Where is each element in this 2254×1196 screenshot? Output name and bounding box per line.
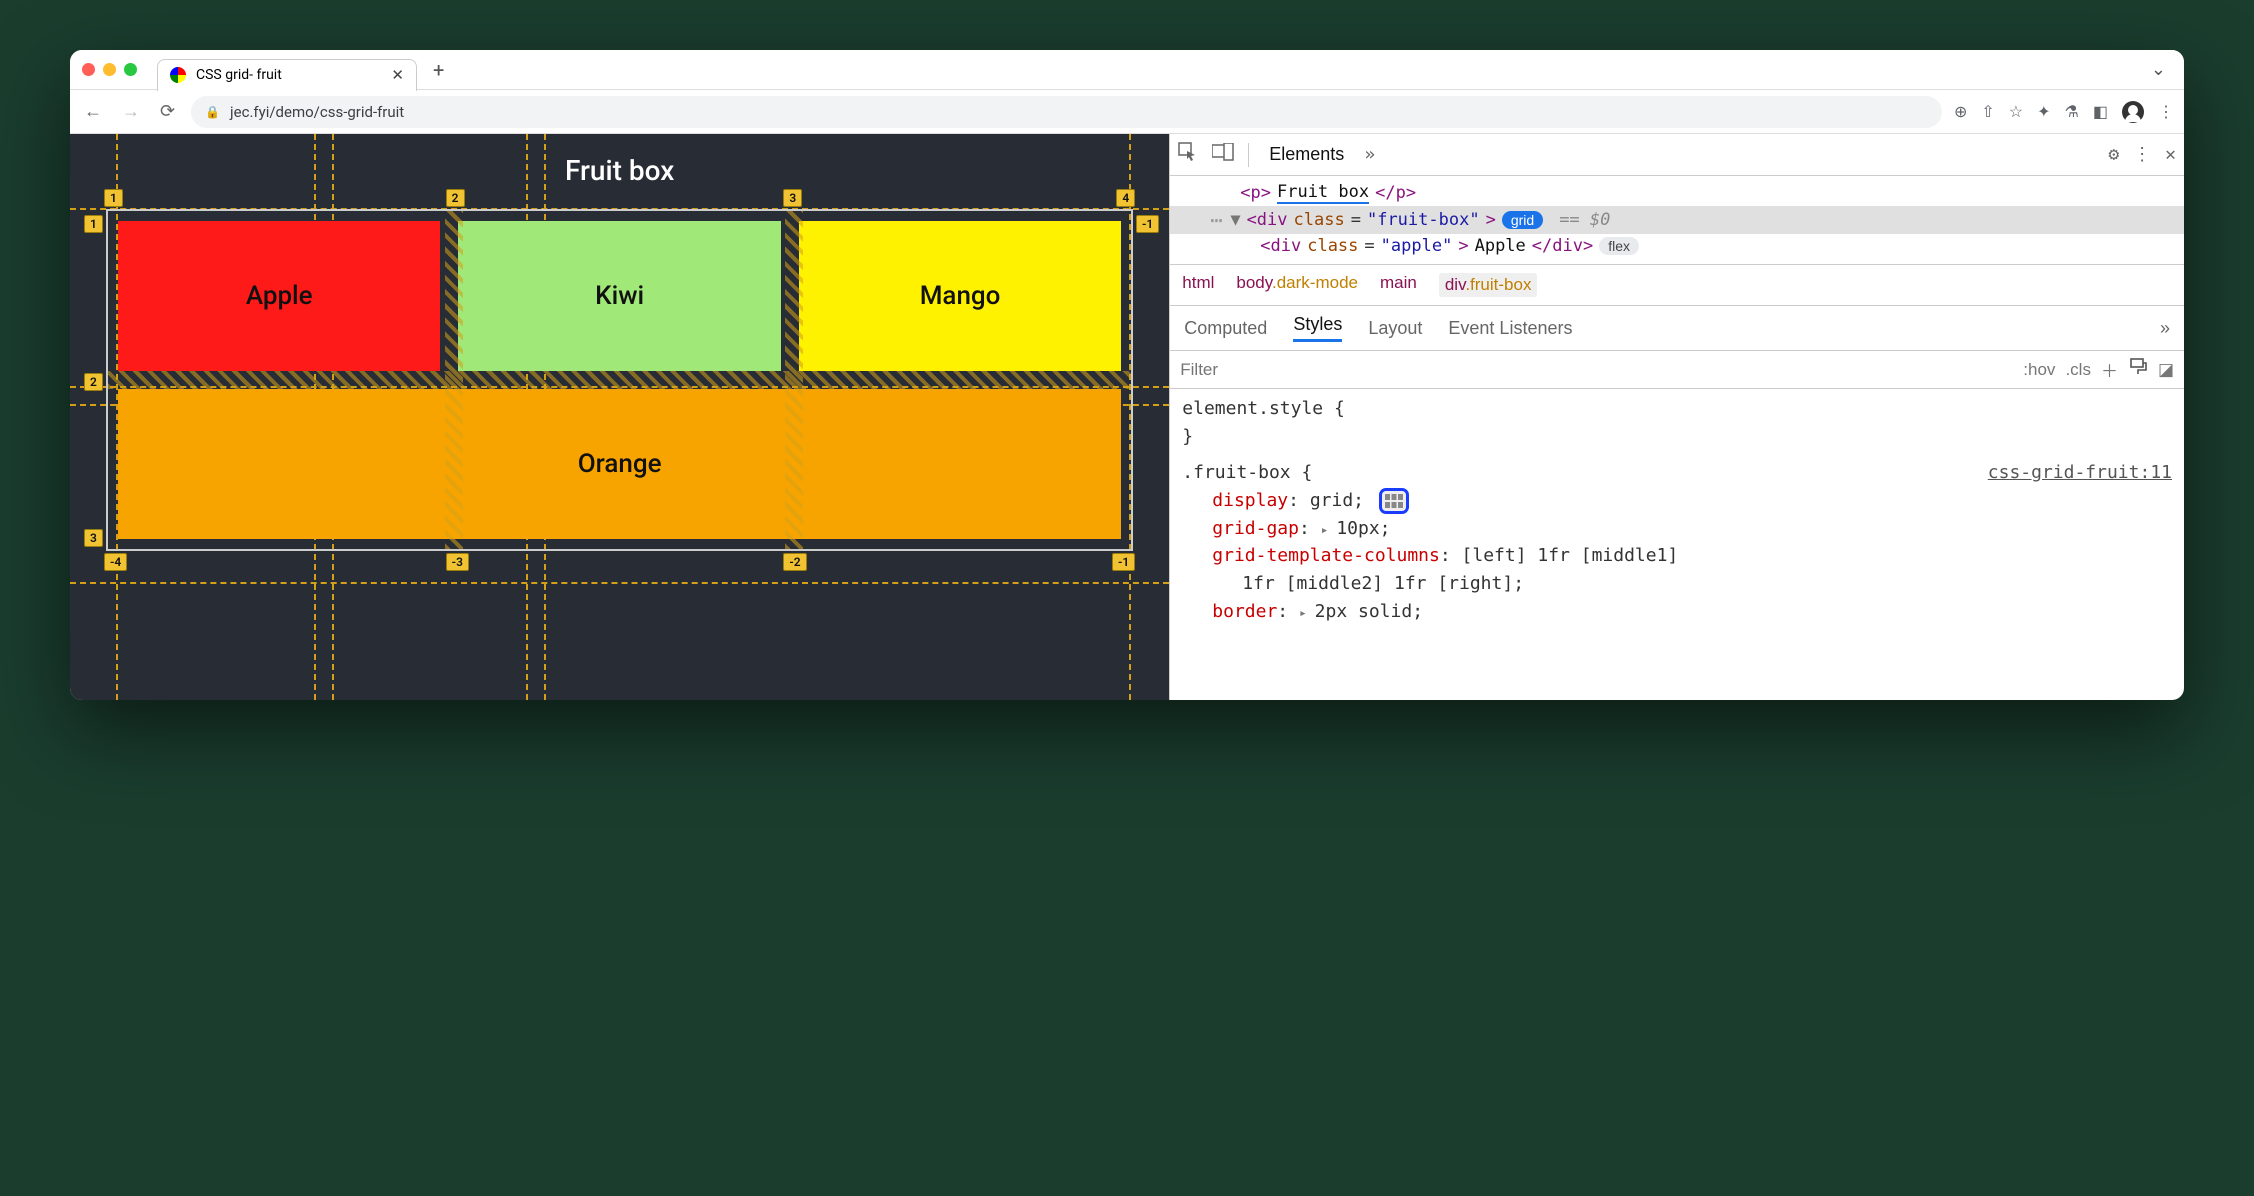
cls-toggle[interactable]: .cls — [2065, 360, 2091, 380]
device-toolbar-icon[interactable] — [1212, 143, 1234, 166]
subtab-styles[interactable]: Styles — [1293, 314, 1342, 342]
share-icon[interactable]: ⇧ — [1981, 102, 1994, 121]
bookmark-icon[interactable]: ☆ — [2009, 102, 2023, 121]
grid-row-label: 3 — [84, 529, 103, 547]
grid-col-label-neg: -3 — [446, 553, 469, 571]
maximize-window-icon[interactable] — [124, 63, 137, 76]
browser-toolbar: ← → ⟳ 🔒 jec.fyi/demo/css-grid-fruit ⊕ ⇧ … — [70, 90, 2184, 134]
grid-editor-icon[interactable] — [1379, 488, 1409, 514]
grid-cell-mango: Mango — [799, 221, 1121, 371]
grid-gap-overlay — [108, 371, 1131, 389]
hov-toggle[interactable]: :hov — [2023, 360, 2055, 380]
devtools-header: Elements » ⚙ ⋮ ✕ — [1170, 134, 2184, 176]
window-controls — [82, 63, 137, 76]
styles-filter-bar: :hov .cls ＋ ◪ — [1170, 351, 2184, 389]
grid-col-label: 3 — [783, 189, 802, 207]
kebab-menu-icon[interactable]: ⋮ — [2133, 144, 2151, 165]
grid-row-label: 2 — [84, 373, 103, 391]
forward-button[interactable]: → — [118, 101, 144, 122]
more-subtabs-icon[interactable]: » — [2160, 318, 2170, 339]
grid-col-label: 4 — [1116, 189, 1135, 207]
extensions-icon[interactable]: ✦ — [2037, 102, 2050, 121]
dom-node-selected[interactable]: ⋯ ▼ <div class="fruit-box"> grid == $0 — [1170, 206, 2184, 234]
fruit-box-grid: Apple Kiwi Mango Orange 1 2 3 4 1 2 3 -1… — [106, 209, 1133, 551]
devtools-tab-elements[interactable]: Elements — [1263, 140, 1350, 169]
grid-col-label-neg: -4 — [104, 553, 127, 571]
minimize-window-icon[interactable] — [103, 63, 116, 76]
inspect-element-icon[interactable] — [1178, 142, 1198, 167]
computed-sidebar-icon[interactable]: ◪ — [2158, 360, 2174, 380]
subtab-event-listeners[interactable]: Event Listeners — [1448, 318, 1572, 339]
grid-col-label: 2 — [446, 189, 465, 207]
profile-avatar-icon[interactable] — [2122, 101, 2144, 123]
breadcrumb[interactable]: html body.dark-mode main div.fruit-box — [1170, 265, 2184, 306]
crumb[interactable]: main — [1380, 273, 1417, 297]
grid-badge[interactable]: grid — [1502, 211, 1543, 229]
tab-title: CSS grid- fruit — [196, 67, 282, 83]
new-style-rule-icon[interactable]: ＋ — [2101, 357, 2118, 382]
dom-tree[interactable]: <p>Fruit box</p> ⋯ ▼ <div class="fruit-b… — [1170, 176, 2184, 265]
dollar-zero-label: == $0 — [1559, 210, 1610, 230]
side-panel-icon[interactable]: ◧ — [2093, 102, 2108, 121]
url-text: jec.fyi/demo/css-grid-fruit — [230, 103, 404, 121]
grid-col-label-neg: -2 — [783, 553, 806, 571]
grid-cell-orange: Orange — [118, 389, 1121, 539]
filter-input[interactable] — [1180, 360, 2013, 380]
zoom-icon[interactable]: ⊕ — [1954, 102, 1967, 121]
styles-pane[interactable]: element.style { } css-grid-fruit:11 .fru… — [1170, 389, 2184, 700]
subtab-computed[interactable]: Computed — [1184, 318, 1267, 339]
close-window-icon[interactable] — [82, 63, 95, 76]
menu-icon[interactable]: ⋮ — [2158, 102, 2174, 121]
grid-line-overlay — [70, 582, 1169, 584]
close-tab-icon[interactable]: ✕ — [391, 66, 404, 84]
subtab-layout[interactable]: Layout — [1368, 318, 1422, 339]
browser-window: CSS grid- fruit ✕ + ⌄ ← → ⟳ 🔒 jec.fyi/de… — [70, 50, 2184, 700]
grid-col-label: 1 — [104, 189, 123, 207]
source-link[interactable]: css-grid-fruit:11 — [1988, 459, 2172, 487]
more-tabs-icon[interactable]: » — [1364, 144, 1375, 165]
crumb[interactable]: html — [1182, 273, 1214, 297]
labs-icon[interactable]: ⚗ — [2065, 102, 2079, 121]
styles-subtabs: Computed Styles Layout Event Listeners » — [1170, 306, 2184, 351]
titlebar: CSS grid- fruit ✕ + ⌄ — [70, 50, 2184, 90]
paint-icon[interactable] — [2128, 357, 2148, 382]
grid-cell-kiwi: Kiwi — [458, 221, 780, 371]
close-devtools-icon[interactable]: ✕ — [2165, 144, 2176, 165]
grid-cell-apple: Apple — [118, 221, 440, 371]
flex-badge[interactable]: flex — [1599, 237, 1639, 255]
tab-list-chevron-icon[interactable]: ⌄ — [2151, 59, 2172, 80]
grid-row-label: 1 — [84, 215, 103, 233]
devtools-panel: Elements » ⚙ ⋮ ✕ <p>Fruit box</p> ⋯ ▼ <d… — [1169, 134, 2184, 700]
lock-icon: 🔒 — [205, 105, 220, 119]
dom-node[interactable]: <p>Fruit box</p> — [1170, 180, 2184, 206]
page-viewport: Fruit box Apple Kiwi Mango O — [70, 134, 1169, 700]
browser-tab[interactable]: CSS grid- fruit ✕ — [157, 59, 417, 91]
address-bar[interactable]: 🔒 jec.fyi/demo/css-grid-fruit — [191, 96, 1942, 128]
reload-button[interactable]: ⟳ — [156, 101, 179, 122]
crumb[interactable]: body.dark-mode — [1236, 273, 1358, 297]
grid-col-label-neg: -1 — [1112, 553, 1135, 571]
back-button[interactable]: ← — [80, 101, 106, 122]
ellipsis-icon[interactable]: ⋯ — [1210, 208, 1224, 232]
page-heading: Fruit box — [106, 154, 1133, 187]
crumb-selected[interactable]: div.fruit-box — [1439, 273, 1538, 297]
favicon-icon — [170, 67, 186, 83]
grid-row-label-neg: -1 — [1136, 215, 1159, 233]
new-tab-button[interactable]: + — [423, 58, 454, 82]
settings-icon[interactable]: ⚙ — [2108, 144, 2119, 165]
content-area: Fruit box Apple Kiwi Mango O — [70, 134, 2184, 700]
dom-node[interactable]: <div class="apple">Apple</div> flex — [1170, 234, 2184, 258]
